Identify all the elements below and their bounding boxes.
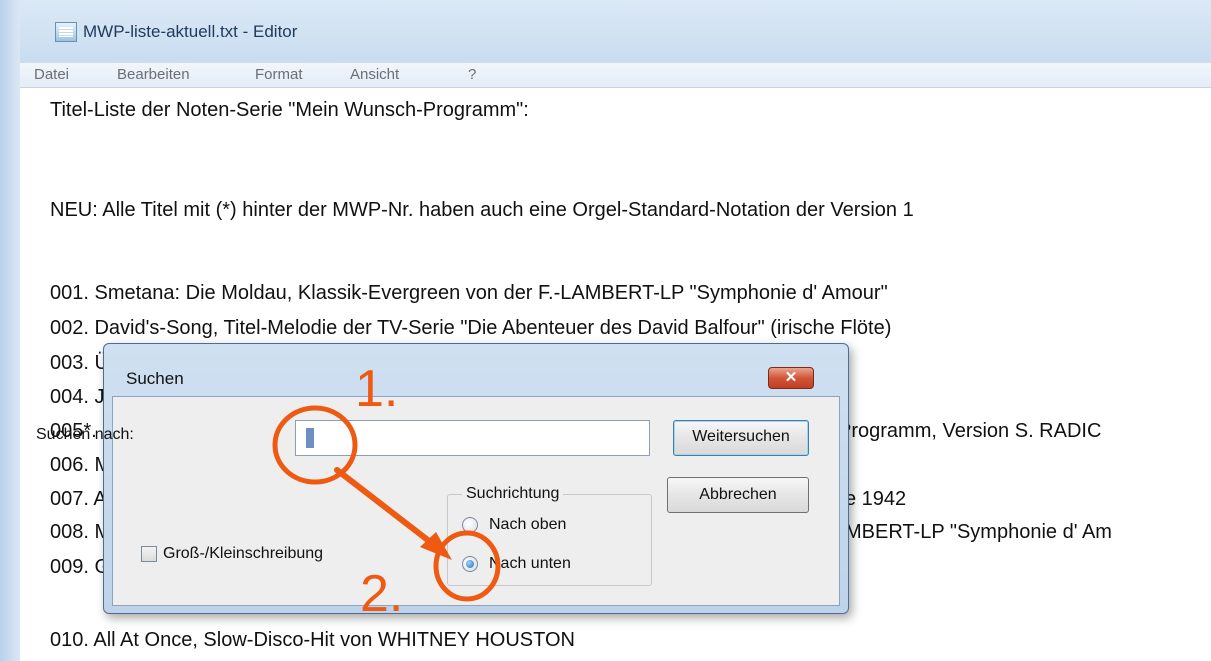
text-line-fragment: Programm, Version S. RADIC: [838, 420, 1102, 442]
step-number-1: 1.: [355, 360, 399, 418]
text-line: 009. G: [50, 556, 111, 578]
text-line: 004. J': [50, 386, 109, 408]
text-line: 008. M: [50, 521, 112, 543]
match-case-label[interactable]: Groß-/Kleinschreibung: [163, 544, 323, 564]
cancel-button[interactable]: Abbrechen: [667, 477, 809, 513]
title-bar[interactable]: MWP-liste-aktuell.txt - Editor: [20, 0, 1211, 63]
menu-datei[interactable]: Datei: [34, 66, 69, 84]
text-line: Titel-Liste der Noten-Serie "Mein Wunsch…: [50, 99, 529, 121]
text-line-fragment: MBERT-LP "Symphonie d' Am: [845, 521, 1112, 543]
text-line: 006. M: [50, 454, 112, 476]
find-next-button[interactable]: Weitersuchen: [673, 420, 809, 456]
text-line: NEU: Alle Titel mit (*) hinter der MWP-N…: [50, 199, 914, 221]
menu-format[interactable]: Format: [255, 66, 303, 84]
text-line: 001. Smetana: Die Moldau, Klassik-Evergr…: [50, 282, 888, 304]
text-line: 007. A: [50, 488, 107, 510]
text-line-fragment: e 1942: [845, 488, 907, 510]
text-line: 010. All At Once, Slow-Disco-Hit von WHI…: [50, 629, 575, 651]
match-case-checkbox[interactable]: [141, 546, 157, 562]
text-line: 003. Ü: [50, 352, 109, 374]
notepad-app-icon[interactable]: [55, 22, 77, 42]
direction-down-radio[interactable]: [462, 556, 478, 572]
close-button[interactable]: ✕: [768, 367, 814, 389]
menu-bearbeiten[interactable]: Bearbeiten: [117, 66, 190, 84]
direction-up-label[interactable]: Nach oben: [489, 515, 566, 535]
window-left-border: [0, 0, 20, 661]
direction-legend: Suchrichtung: [462, 484, 564, 504]
dialog-title: Suchen: [126, 369, 184, 388]
text-cursor: [306, 428, 314, 448]
search-input[interactable]: [295, 420, 650, 456]
step-number-2: 2.: [360, 565, 404, 623]
window-title: MWP-liste-aktuell.txt - Editor: [83, 22, 298, 41]
direction-up-radio[interactable]: [462, 517, 478, 533]
direction-down-label[interactable]: Nach unten: [489, 554, 571, 574]
text-line: 002. David's-Song, Titel-Melodie der TV-…: [50, 317, 892, 339]
search-label: Suchen nach:: [36, 426, 134, 443]
menu-ansicht[interactable]: Ansicht: [350, 66, 399, 84]
menu-bar: Datei Bearbeiten Format Ansicht ?: [20, 63, 1211, 88]
menu-help[interactable]: ?: [468, 66, 476, 84]
